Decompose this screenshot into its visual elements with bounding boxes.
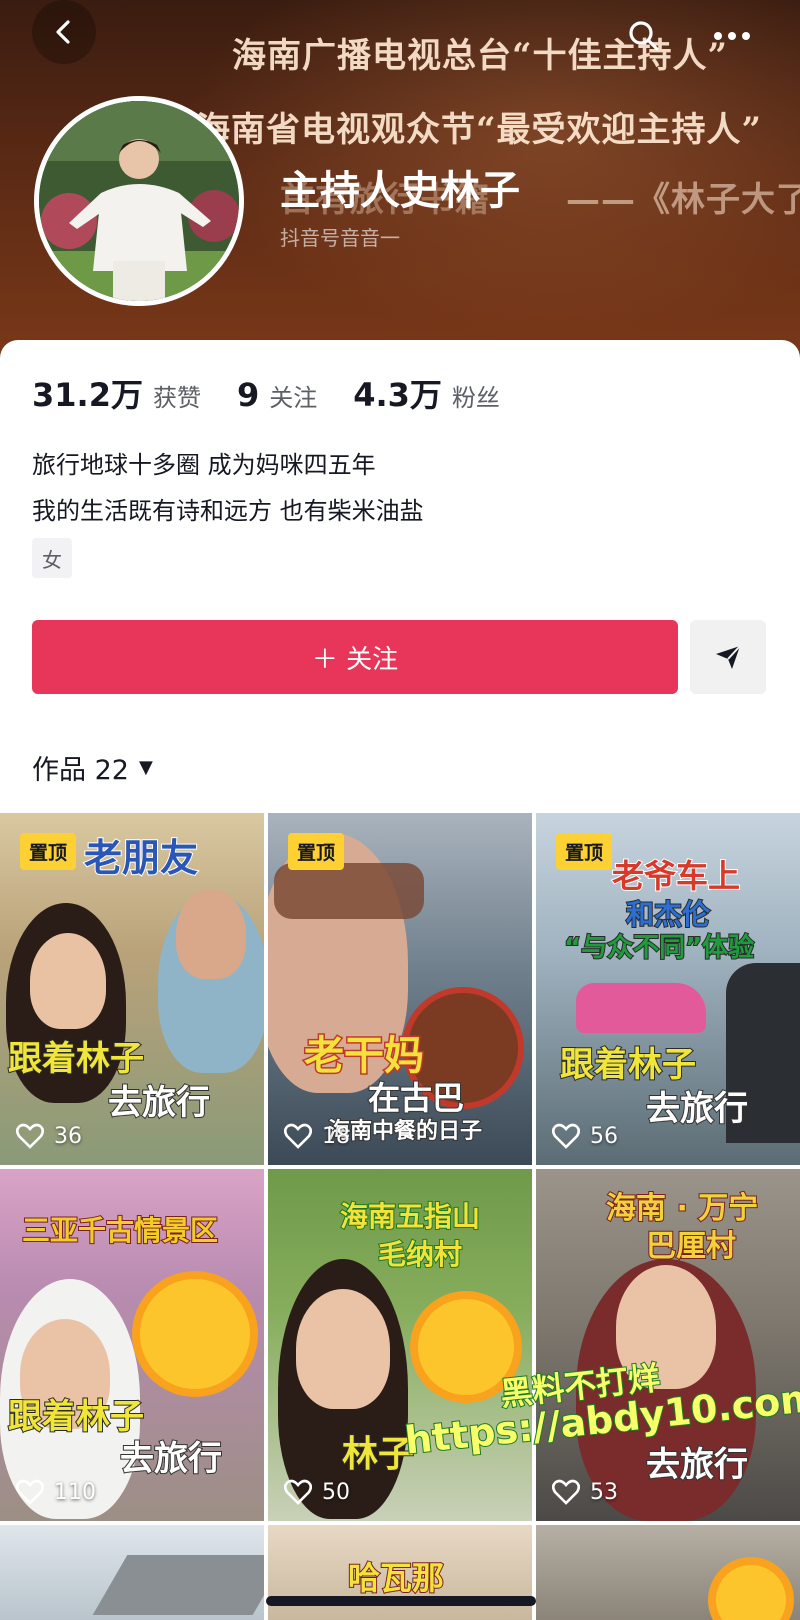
likes-count-label: 36 — [54, 1123, 82, 1149]
gender-tag: 女 — [32, 538, 72, 578]
roof-shape — [92, 1555, 264, 1615]
heart-icon — [284, 1479, 312, 1505]
banner-line-2: 海南省电视观众节“最受欢迎主持人” — [196, 110, 763, 150]
profile-banner: 海南广播电视总台“十佳主持人” 海南省电视观众节“最受欢迎主持人” 首有旅行书籍… — [0, 0, 800, 360]
followers-count[interactable]: 4.3万 — [353, 370, 442, 416]
avatar-photo — [39, 101, 239, 301]
video-tile[interactable] — [536, 1525, 800, 1620]
video-tile[interactable]: 海南 · 万宁 巴厘村 去旅行 53 — [536, 1169, 800, 1521]
home-indicator[interactable] — [266, 1596, 536, 1606]
banner-line-3: ——《林子大了》 — [566, 180, 800, 220]
pinned-badge: 置顶 — [20, 833, 77, 870]
thumbnail-caption-top: 老朋友 — [83, 835, 199, 881]
thumbnail-caption-mid: 巴厘村 — [645, 1228, 737, 1265]
likes-count-label: 50 — [322, 1479, 350, 1505]
thumbnail-caption-mid: 跟着林子 — [7, 1038, 145, 1080]
pink-car — [576, 983, 706, 1033]
likes-count-label: 53 — [590, 1479, 618, 1505]
sun-sticker — [140, 1279, 250, 1389]
likes-count[interactable]: 31.2万 — [32, 370, 143, 416]
more-button[interactable] — [700, 4, 764, 68]
back-arrow-icon — [56, 20, 70, 44]
thumbnail-caption-bottom: 去旅行 — [645, 1444, 749, 1486]
sunglasses — [274, 863, 424, 919]
bio-line-2: 我的生活既有诗和远方 也有柴米油盐 — [32, 497, 424, 525]
heart-icon — [552, 1123, 580, 1149]
sun-sticker — [716, 1565, 786, 1620]
thumbnail-face — [30, 933, 106, 1029]
douyin-id[interactable]: 抖音号音音一 — [280, 222, 400, 251]
send-icon — [716, 645, 741, 669]
video-likes: 53 — [552, 1479, 618, 1505]
pinned-badge: 置顶 — [288, 833, 345, 870]
thumbnail-caption-bottom: 去旅行 — [645, 1088, 749, 1130]
thumbnail-caption-top: 海南五指山 — [339, 1199, 481, 1234]
profile-stats: 31.2万 获赞 9 关注 4.3万 粉丝 — [32, 370, 536, 416]
search-button[interactable] — [612, 4, 676, 68]
following-count[interactable]: 9 — [237, 376, 259, 414]
tab-works[interactable]: 作品 22 ▼ — [32, 748, 153, 787]
likes-count-label: 56 — [590, 1123, 618, 1149]
video-tile[interactable]: 老干妈 在古巴 海南中餐的日子 置顶 18 — [268, 813, 532, 1165]
following-label: 关注 — [269, 384, 318, 412]
video-likes: 18 — [284, 1123, 350, 1149]
thumbnail-caption-bottom: 海南中餐的日子 — [327, 1118, 483, 1145]
back-button[interactable] — [32, 0, 96, 64]
message-button[interactable] — [690, 620, 766, 694]
thumbnail-caption-bottom: 林子 — [341, 1433, 415, 1476]
video-likes: 56 — [552, 1123, 618, 1149]
profile-nickname: 主持人史林子 — [280, 168, 520, 214]
avatar[interactable] — [34, 96, 244, 306]
bio-line-1: 旅行地球十多圈 成为妈咪四五年 — [32, 451, 376, 479]
video-tile[interactable] — [0, 1525, 264, 1620]
thumbnail-caption-bottom: 去旅行 — [119, 1438, 223, 1480]
thumbnail-caption-mid: 毛纳村 — [377, 1237, 463, 1272]
heart-icon — [16, 1479, 44, 1505]
video-tile[interactable]: 老爷车上 和杰伦 “与众不同”体验 跟着林子 去旅行 置顶 56 — [536, 813, 800, 1165]
caret-down-icon: ▼ — [138, 757, 153, 778]
thumbnail-face — [296, 1289, 390, 1409]
thumbnail-caption-top: 老爷车上 — [611, 856, 741, 896]
pinned-badge: 置顶 — [556, 833, 613, 870]
thumbnail-face-2 — [176, 889, 246, 979]
more-dots-icon — [714, 32, 750, 40]
video-tile[interactable]: 海南五指山 毛纳村 林子 50 — [268, 1169, 532, 1521]
video-likes: 110 — [16, 1479, 96, 1505]
followers-label: 粉丝 — [451, 384, 500, 412]
video-tile[interactable]: 三亚千古情景区 跟着林子 去旅行 110 — [0, 1169, 264, 1521]
heart-icon — [16, 1123, 44, 1149]
profile-bio: 旅行地球十多圈 成为妈咪四五年 我的生活既有诗和远方 也有柴米油盐 — [32, 442, 424, 534]
thumbnail-caption-bottom: 去旅行 — [107, 1082, 211, 1124]
likes-count-label: 18 — [322, 1123, 350, 1149]
likes-label: 获赞 — [152, 384, 201, 412]
follow-button[interactable]: ＋ 关注 — [32, 620, 678, 694]
thumbnail-caption-top: 三亚千古情景区 — [21, 1213, 219, 1248]
works-tab-label: 作品 22 — [32, 755, 129, 786]
heart-icon — [284, 1123, 312, 1149]
likes-count-label: 110 — [54, 1479, 96, 1505]
thumbnail-caption-top: 哈瓦那 — [347, 1558, 445, 1598]
search-icon — [629, 21, 659, 51]
thumbnail-caption-mid-2: 跟着林子 — [559, 1044, 697, 1086]
heart-icon — [552, 1479, 580, 1505]
thumbnail-caption-sub: “与众不同”体验 — [563, 932, 755, 964]
video-tile[interactable]: 老朋友 跟着林子 去旅行 置顶 36 — [0, 813, 264, 1165]
video-likes: 36 — [16, 1123, 82, 1149]
video-likes: 50 — [284, 1479, 350, 1505]
